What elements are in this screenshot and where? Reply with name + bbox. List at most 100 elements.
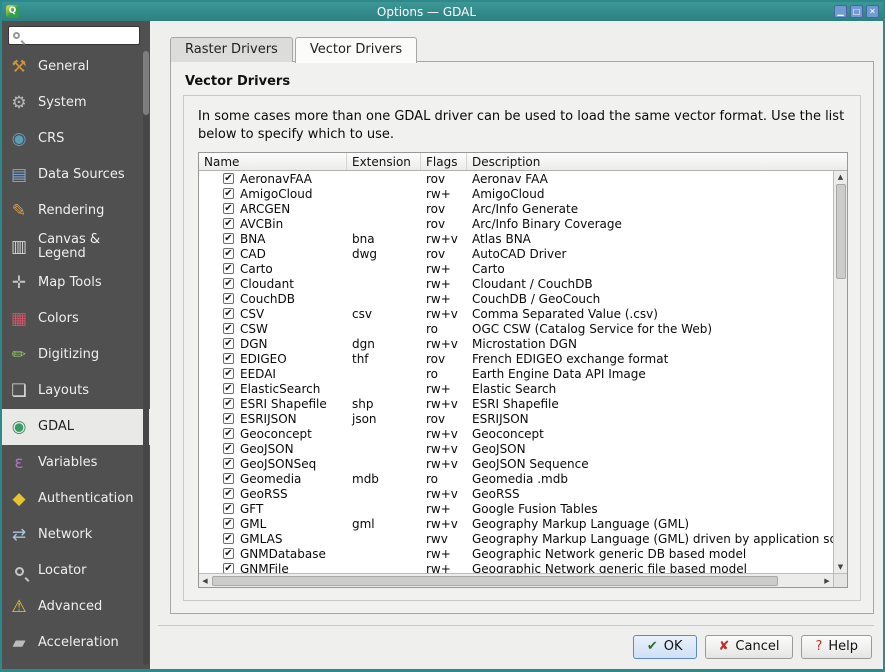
table-row[interactable]: ✔GMLgmlrw+vGeography Markup Language (GM… [199, 516, 833, 531]
table-row[interactable]: ✔CSVcsvrw+vComma Separated Value (.csv) [199, 306, 833, 321]
driver-checkbox[interactable]: ✔ [223, 248, 234, 259]
driver-checkbox[interactable]: ✔ [223, 278, 234, 289]
driver-checkbox[interactable]: ✔ [223, 293, 234, 304]
table-row[interactable]: ✔EEDAIroEarth Engine Data API Image [199, 366, 833, 381]
scroll-down-arrow-icon[interactable]: ▼ [835, 561, 847, 573]
scroll-up-arrow-icon[interactable]: ▲ [835, 171, 847, 183]
search-input[interactable] [24, 28, 135, 43]
table-row[interactable]: ✔AeronavFAArovAeronav FAA [199, 171, 833, 186]
table-row[interactable]: ✔Cloudantrw+Cloudant / CouchDB [199, 276, 833, 291]
horizontal-scrollbar[interactable]: ◀ ▶ [199, 573, 833, 587]
help-button[interactable]: ?Help [801, 635, 872, 659]
table-row[interactable]: ✔CSWroOGC CSW (Catalog Service for the W… [199, 321, 833, 336]
driver-name: AmigoCloud [240, 187, 312, 201]
table-row[interactable]: ✔AmigoCloudrw+AmigoCloud [199, 186, 833, 201]
vertical-scrollbar-track[interactable] [835, 183, 847, 561]
sidebar-item-layouts[interactable]: ❏Layouts [2, 373, 150, 409]
driver-checkbox[interactable]: ✔ [223, 338, 234, 349]
table-row[interactable]: ✔Cartorw+Carto [199, 261, 833, 276]
close-button[interactable]: ✕ [866, 5, 879, 18]
driver-checkbox[interactable]: ✔ [223, 563, 234, 573]
column-header-name[interactable]: Name [199, 153, 347, 170]
tab-raster-drivers[interactable]: Raster Drivers [170, 37, 293, 62]
table-row[interactable]: ✔DGNdgnrw+vMicrostation DGN [199, 336, 833, 351]
sidebar-item-map-tools[interactable]: ✛Map Tools [2, 265, 150, 301]
table-row[interactable]: ✔ESRI Shapefileshprw+vESRI Shapefile [199, 396, 833, 411]
table-row[interactable]: ✔GFTrw+Google Fusion Tables [199, 501, 833, 516]
sidebar-scrollbar[interactable] [143, 51, 149, 665]
sidebar-item-rendering[interactable]: ✎Rendering [2, 193, 150, 229]
ok-button[interactable]: ✔OK [633, 635, 697, 659]
table-row[interactable]: ✔ESRIJSONjsonrovESRIJSON [199, 411, 833, 426]
driver-checkbox[interactable]: ✔ [223, 383, 234, 394]
driver-checkbox[interactable]: ✔ [223, 308, 234, 319]
driver-checkbox[interactable]: ✔ [223, 173, 234, 184]
table-row[interactable]: ✔GNMFilerw+Geographic Network generic fi… [199, 561, 833, 573]
table-row[interactable]: ✔GeoRSSrw+vGeoRSS [199, 486, 833, 501]
table-row[interactable]: ✔EDIGEOthfrovFrench EDIGEO exchange form… [199, 351, 833, 366]
column-header-description[interactable]: Description [467, 153, 847, 170]
tab-vector-drivers[interactable]: Vector Drivers [295, 37, 417, 63]
driver-checkbox[interactable]: ✔ [223, 533, 234, 544]
table-row[interactable]: ✔GMLASrwvGeography Markup Language (GML)… [199, 531, 833, 546]
column-header-flags[interactable]: Flags [421, 153, 467, 170]
driver-checkbox[interactable]: ✔ [223, 443, 234, 454]
table-row[interactable]: ✔Geoconceptrw+vGeoconcept [199, 426, 833, 441]
sidebar-item-data-sources[interactable]: ▤Data Sources [2, 157, 150, 193]
driver-checkbox[interactable]: ✔ [223, 458, 234, 469]
sidebar-item-digitizing[interactable]: ✏Digitizing [2, 337, 150, 373]
driver-checkbox[interactable]: ✔ [223, 548, 234, 559]
table-row[interactable]: ✔ElasticSearchrw+Elastic Search [199, 381, 833, 396]
table-row[interactable]: ✔GNMDatabaserw+Geographic Network generi… [199, 546, 833, 561]
titlebar[interactable]: Q Options — GDAL ▁□✕ [2, 2, 883, 21]
sidebar-item-label: Network [38, 528, 92, 542]
column-header-extension[interactable]: Extension [347, 153, 421, 170]
sidebar-item-system[interactable]: ⚙System [2, 85, 150, 121]
sidebar-item-variables[interactable]: εVariables [2, 445, 150, 481]
driver-checkbox[interactable]: ✔ [223, 488, 234, 499]
sidebar-item-colors[interactable]: ▦Colors [2, 301, 150, 337]
driver-checkbox[interactable]: ✔ [223, 353, 234, 364]
sidebar-item-general[interactable]: ⚒General [2, 49, 150, 85]
driver-checkbox[interactable]: ✔ [223, 188, 234, 199]
vertical-scrollbar-thumb[interactable] [836, 184, 846, 279]
vertical-scrollbar[interactable]: ▲ ▼ [833, 171, 847, 573]
driver-checkbox[interactable]: ✔ [223, 368, 234, 379]
table-row[interactable]: ✔GeoJSONSeqrw+vGeoJSON Sequence [199, 456, 833, 471]
cancel-button[interactable]: ✘Cancel [705, 635, 794, 659]
sidebar-item-network[interactable]: ⇄Network [2, 517, 150, 553]
driver-checkbox[interactable]: ✔ [223, 203, 234, 214]
table-row[interactable]: ✔GeoJSONrw+vGeoJSON [199, 441, 833, 456]
driver-checkbox[interactable]: ✔ [223, 473, 234, 484]
table-row[interactable]: ✔GeomediamdbroGeomedia .mdb [199, 471, 833, 486]
sidebar-item-crs[interactable]: ◉CRS [2, 121, 150, 157]
driver-checkbox[interactable]: ✔ [223, 413, 234, 424]
sidebar-scrollbar-thumb[interactable] [143, 51, 149, 115]
driver-checkbox[interactable]: ✔ [223, 218, 234, 229]
sidebar-item-advanced[interactable]: ⚠Advanced [2, 589, 150, 625]
maximize-button[interactable]: □ [850, 5, 863, 18]
scroll-right-arrow-icon[interactable]: ▶ [821, 575, 833, 587]
table-row[interactable]: ✔BNAbnarw+vAtlas BNA [199, 231, 833, 246]
minimize-button[interactable]: ▁ [834, 5, 847, 18]
driver-checkbox[interactable]: ✔ [223, 263, 234, 274]
scroll-left-arrow-icon[interactable]: ◀ [199, 575, 211, 587]
driver-checkbox[interactable]: ✔ [223, 233, 234, 244]
driver-checkbox[interactable]: ✔ [223, 428, 234, 439]
sidebar-search[interactable] [8, 26, 140, 45]
horizontal-scrollbar-thumb[interactable] [212, 576, 778, 586]
table-row[interactable]: ✔CouchDBrw+CouchDB / GeoCouch [199, 291, 833, 306]
sidebar-item-authentication[interactable]: ◆Authentication [2, 481, 150, 517]
table-row[interactable]: ✔AVCBinrovArc/Info Binary Coverage [199, 216, 833, 231]
sidebar-item-canvas-legend[interactable]: ▥Canvas & Legend [2, 229, 150, 265]
driver-checkbox[interactable]: ✔ [223, 398, 234, 409]
table-row[interactable]: ✔CADdwgrovAutoCAD Driver [199, 246, 833, 261]
sidebar-item-acceleration[interactable]: ▰Acceleration [2, 625, 150, 661]
driver-checkbox[interactable]: ✔ [223, 503, 234, 514]
driver-checkbox[interactable]: ✔ [223, 323, 234, 334]
sidebar-item-gdal[interactable]: ◉GDAL [2, 409, 150, 445]
sidebar-item-locator[interactable]: Locator [2, 553, 150, 589]
horizontal-scrollbar-track[interactable] [211, 575, 821, 587]
driver-checkbox[interactable]: ✔ [223, 518, 234, 529]
table-row[interactable]: ✔ARCGENrovArc/Info Generate [199, 201, 833, 216]
